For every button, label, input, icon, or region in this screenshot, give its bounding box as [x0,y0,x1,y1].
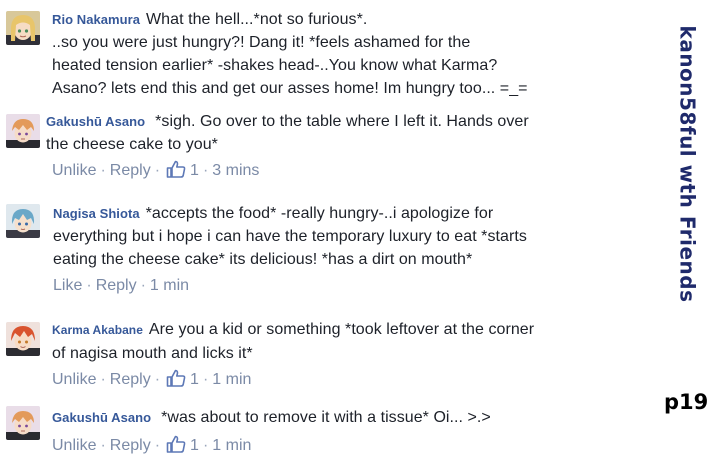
comment-feed: Rio Nakamura What the hell...*not so furi… [0,0,650,472]
unlike-link[interactable]: Unlike [52,437,96,454]
separator-dot: · [100,162,106,179]
comment-actions: Unlike · Reply · 1 · 3 mins [52,160,646,182]
orange-hair-boy-avatar-icon [6,406,40,440]
comment-line: Rio Nakamura What the hell...*not so furi… [52,8,646,31]
separator-dot: · [154,437,161,454]
page-number: p19 [664,390,709,414]
like-link[interactable]: Like [53,277,82,294]
orange-hair-boy-avatar-icon [6,114,40,148]
comment-line: Nagisa Shiota *accepts the food* -really … [53,202,646,225]
timestamp[interactable]: 1 min [212,437,251,454]
avatar-gakushu-asano[interactable] [6,406,40,440]
comment-nagisa-shiota: Nagisa Shiota *accepts the food* -really … [0,200,650,304]
comment-line: Karma Akabane Are you a kid or something … [52,318,646,342]
comment-gakushu-asano: Gakushū Asano *sigh. Go over to the table… [0,108,650,190]
reply-link[interactable]: Reply [110,162,151,179]
comment-body: Gakushū Asano *sigh. Go over to the table… [46,110,646,182]
comment-text: *accepts the food* -really hungry-..i ap… [145,205,494,222]
like-count[interactable]: 1 [190,162,199,179]
comment-karma-akabane: Karma Akabane Are you a kid or something … [0,316,650,394]
comment-gakushu-asano-2: Gakushū Asano *was about to remove it wit… [0,404,650,468]
like-count[interactable]: 1 [190,437,199,454]
separator-dot: · [154,371,161,388]
red-hair-boy-avatar-icon [6,322,40,356]
avatar-gakushu-asano[interactable] [6,114,40,148]
timestamp[interactable]: 1 min [150,277,189,294]
comment-text: heated tension earlier* -shakes head-..Y… [52,57,498,74]
separator-dot: · [202,162,209,179]
separator-dot: · [202,437,209,454]
comment-line: Gakushū Asano *sigh. Go over to the table… [46,110,646,133]
separator-dot: · [140,277,146,294]
comment-text: *was about to remove it with a tissue* O… [161,409,491,426]
reply-link[interactable]: Reply [110,371,151,388]
comment-text: ..so you were just hungry?! Dang it! *fe… [52,34,471,51]
avatar-karma-akabane[interactable] [6,322,40,356]
comment-text: eating the cheese cake* its delicious! *… [53,251,473,268]
like-count[interactable]: 1 [190,371,199,388]
unlike-link[interactable]: Unlike [52,371,96,388]
timestamp[interactable]: 1 min [212,371,251,388]
watermark-title: kanon58ful wth Friends [675,25,699,303]
comment-body: Gakushū Asano *was about to remove it wit… [52,406,646,457]
comment-body: Rio Nakamura What the hell...*not so furi… [52,8,646,100]
comment-author[interactable]: Gakushū Asano [46,114,145,129]
blonde-girl-avatar-icon [6,11,40,45]
avatar-rio-nakamura[interactable] [6,11,40,45]
comment-actions: Unlike · Reply · 1 · 1 min [52,369,646,391]
sidebar-title: kanon58ful wth Friends [672,18,702,310]
comment-author[interactable]: Karma Akabane [52,323,143,337]
comment-text: What the hell...*not so furious*. [146,11,368,28]
comment-text: Are you a kid or something *took leftove… [148,321,535,338]
unlike-link[interactable]: Unlike [52,162,96,179]
separator-dot: · [86,277,92,294]
reply-link[interactable]: Reply [96,277,137,294]
comment-text: the cheese cake to you* [46,136,218,153]
reply-link[interactable]: Reply [110,437,151,454]
thumbs-up-icon[interactable] [166,160,186,178]
comment-text: everything but i hope i can have the tem… [53,228,527,245]
comment-author[interactable]: Gakushū Asano [52,410,151,425]
separator-dot: · [154,162,161,179]
timestamp[interactable]: 3 mins [212,162,259,179]
comment-line: Gakushū Asano *was about to remove it wit… [52,406,646,429]
separator-dot: · [100,371,106,388]
comment-text: *sigh. Go over to the table where I left… [155,113,529,130]
comment-text: Asano? lets end this and get our asses h… [52,80,528,97]
thumbs-up-icon[interactable] [166,369,186,387]
comment-actions: Unlike · Reply · 1 · 1 min [52,435,646,457]
blue-hair-boy-avatar-icon [6,204,40,238]
comment-actions: Like · Reply · 1 min [53,275,646,297]
comment-author[interactable]: Nagisa Shiota [53,206,140,221]
separator-dot: · [202,371,209,388]
comment-body: Nagisa Shiota *accepts the food* -really … [53,202,646,297]
comment-author[interactable]: Rio Nakamura [52,12,140,27]
comment-rio-nakamura: Rio Nakamura What the hell...*not so furi… [0,6,650,98]
avatar-nagisa-shiota[interactable] [6,204,40,238]
separator-dot: · [100,437,106,454]
comment-text: of nagisa mouth and licks it* [52,345,253,362]
thumbs-up-icon[interactable] [166,435,186,453]
comment-body: Karma Akabane Are you a kid or something … [52,318,646,391]
